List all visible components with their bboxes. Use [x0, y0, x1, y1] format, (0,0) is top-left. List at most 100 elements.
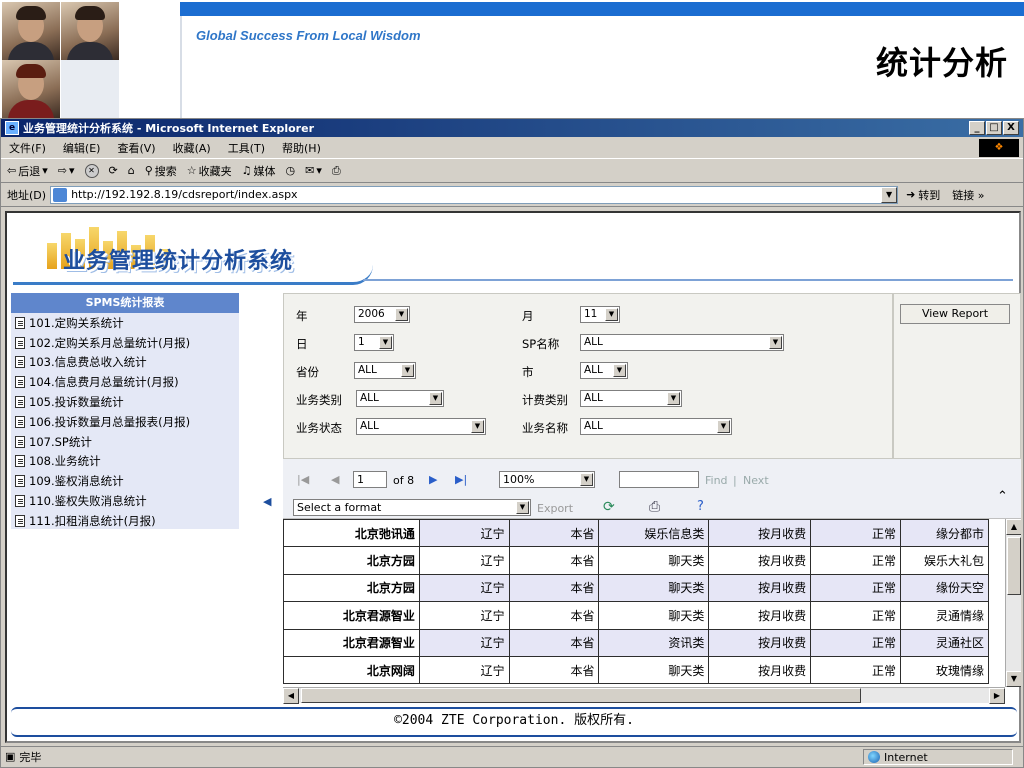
sidebar-item[interactable]: 111.扣租消息统计(月报): [11, 511, 239, 531]
address-label: 地址(D): [7, 188, 47, 202]
service-type-label: 业务类别: [296, 393, 342, 407]
scroll-up-icon[interactable]: ▲: [1006, 519, 1021, 535]
links-button[interactable]: 链接 »: [952, 187, 984, 203]
scroll-thumb[interactable]: [1007, 537, 1021, 595]
help-icon[interactable]: ?: [697, 499, 704, 514]
sidebar-item[interactable]: 106.投诉数量月总量报表(月报): [11, 412, 239, 432]
next-link[interactable]: Next: [743, 474, 769, 487]
sidebar-item[interactable]: 107.SP统计: [11, 432, 239, 452]
scroll-thumb[interactable]: [301, 688, 861, 703]
minimize-button[interactable]: _: [969, 121, 985, 135]
document-icon: [15, 475, 25, 488]
mail-button[interactable]: ✉ ▾: [305, 164, 322, 177]
menu-view[interactable]: 查看(V): [117, 140, 155, 156]
refresh-button[interactable]: ⟳: [109, 164, 118, 177]
menu-edit[interactable]: 编辑(E): [63, 140, 101, 156]
chevron-down-icon: ▼: [395, 308, 408, 321]
table-cell: 正常: [810, 519, 901, 548]
export-format-select[interactable]: Select a format ▼: [293, 499, 531, 516]
table-cell: 聊天类: [598, 546, 710, 575]
back-label: 后退: [18, 164, 41, 178]
find-input[interactable]: [619, 471, 699, 488]
table-cell: 本省: [508, 546, 600, 575]
report-viewer-toolbar: |◀ ◀ 1 of 8 ▶ ▶| 100% ▼ Find | Next Selec…: [283, 459, 1021, 519]
zone-label: Internet: [884, 750, 928, 764]
export-link[interactable]: Export: [537, 502, 573, 515]
address-input[interactable]: http://192.192.8.19/cdsreport/index.aspx…: [50, 185, 899, 204]
collapse-params-icon[interactable]: ⌃: [997, 489, 1008, 504]
last-page-icon[interactable]: ▶|: [455, 473, 467, 486]
sidebar-item[interactable]: 109.鉴权消息统计: [11, 471, 239, 491]
sidebar-item[interactable]: 101.定购关系统计: [11, 313, 239, 333]
sp-name-select[interactable]: ALL ▼: [580, 334, 784, 351]
print-icon[interactable]: ⎙: [649, 499, 660, 515]
search-button[interactable]: ⚲ 搜索: [145, 163, 177, 179]
sidebar-item[interactable]: 102.定购关系月总量统计(月报): [11, 333, 239, 353]
service-type-select[interactable]: ALL ▼: [356, 390, 444, 407]
refresh-report-icon[interactable]: ⟳: [603, 499, 615, 515]
find-link[interactable]: Find: [705, 474, 728, 487]
sidebar-item-label: 111.扣租消息统计(月报): [29, 513, 156, 528]
sidebar-item-label: 106.投诉数量月总量报表(月报): [29, 414, 191, 429]
back-button[interactable]: ⇦ 后退 ▾: [7, 163, 48, 179]
browser-toolbar: ⇦ 后退 ▾ ⇨ ▾ ✕ ⟳ ⌂ ⚲ 搜索 ☆ 收藏夹 ♫ 媒体 ◷ ✉ ▾ ⎙: [1, 159, 1023, 183]
menu-favorites[interactable]: 收藏(A): [173, 140, 211, 156]
sidebar-item[interactable]: 105.投诉数量统计: [11, 392, 239, 412]
report-table: 北京弛讯通 辽宁 本省 娱乐信息类 按月收费 正常 缘分都市 北京方园 辽宁 本省 聊天类 按月收费正…: [283, 519, 989, 685]
home-button[interactable]: ⌂: [128, 164, 135, 177]
close-button[interactable]: X: [1003, 121, 1019, 135]
window-titlebar[interactable]: e 业务管理统计分析系统 - Microsoft Internet Explor…: [1, 119, 1023, 137]
year-select[interactable]: 2006 ▼: [354, 306, 410, 323]
service-name-select[interactable]: ALL ▼: [580, 418, 732, 435]
menu-help[interactable]: 帮助(H): [282, 140, 321, 156]
first-page-icon[interactable]: |◀: [297, 473, 309, 486]
scroll-right-icon[interactable]: ▶: [989, 688, 1005, 704]
go-button[interactable]: ➜ 转到: [906, 187, 940, 203]
view-report-button[interactable]: View Report: [900, 304, 1010, 324]
address-dropdown-button[interactable]: ▼: [881, 186, 898, 203]
table-row: 北京网阔 辽宁 本省 聊天类 按月收费 正常 玫瑰情缘: [283, 655, 989, 685]
menu-tools[interactable]: 工具(T): [228, 140, 265, 156]
month-value: 11: [584, 308, 598, 320]
day-select[interactable]: 1 ▼: [354, 334, 394, 351]
city-select[interactable]: ALL ▼: [580, 362, 628, 379]
vertical-scrollbar[interactable]: ▲ ▼: [1005, 519, 1021, 687]
page-count: of 8: [393, 474, 415, 487]
zoom-select[interactable]: 100% ▼: [499, 471, 595, 488]
table-cell: 北京弛讯通: [283, 519, 420, 548]
history-button[interactable]: ◷: [286, 164, 296, 177]
province-select[interactable]: ALL ▼: [354, 362, 416, 379]
maximize-button[interactable]: □: [986, 121, 1002, 135]
service-status-value: ALL: [360, 420, 379, 432]
table-cell: 北京方园: [283, 573, 420, 603]
media-button[interactable]: ♫ 媒体: [242, 163, 276, 179]
stop-button[interactable]: ✕: [84, 163, 99, 178]
prev-page-icon[interactable]: ◀: [331, 473, 339, 486]
status-bar: ▣ 完毕 Internet: [1, 746, 1023, 766]
browser-window: e 业务管理统计分析系统 - Microsoft Internet Explor…: [0, 118, 1024, 768]
table-cell: 本省: [508, 628, 600, 657]
scroll-down-icon[interactable]: ▼: [1006, 671, 1021, 687]
table-cell: 正常: [810, 546, 901, 575]
sidebar-item[interactable]: 110.鉴权失败消息统计: [11, 491, 239, 511]
horizontal-scrollbar[interactable]: ◀ ▶: [283, 687, 1005, 704]
next-page-icon[interactable]: ▶: [429, 473, 437, 486]
collapse-sidebar-icon[interactable]: ◀: [263, 495, 271, 508]
app-banner: 业务管理统计分析系统: [7, 213, 1019, 291]
table-cell: 北京君源智业: [283, 601, 420, 630]
favorites-button[interactable]: ☆ 收藏夹: [187, 163, 232, 179]
billing-type-select[interactable]: ALL ▼: [580, 390, 682, 407]
page-number-input[interactable]: 1: [353, 471, 387, 488]
service-status-select[interactable]: ALL ▼: [356, 418, 486, 435]
scroll-left-icon[interactable]: ◀: [283, 688, 299, 704]
sidebar-item[interactable]: 108.业务统计: [11, 452, 239, 472]
menu-file[interactable]: 文件(F): [9, 140, 46, 156]
print-button[interactable]: ⎙: [332, 164, 341, 178]
table-row: 北京君源智业 辽宁 本省 聊天类 按月收费 正常 灵通情缘: [283, 601, 989, 630]
chevron-down-icon: ▾: [316, 164, 322, 177]
forward-button[interactable]: ⇨ ▾: [58, 164, 75, 177]
table-cell: 按月收费: [708, 546, 812, 575]
month-select[interactable]: 11 ▼: [580, 306, 620, 323]
sidebar-item[interactable]: 103.信息费总收入统计: [11, 353, 239, 373]
sidebar-item[interactable]: 104.信息费月总量统计(月报): [11, 372, 239, 392]
